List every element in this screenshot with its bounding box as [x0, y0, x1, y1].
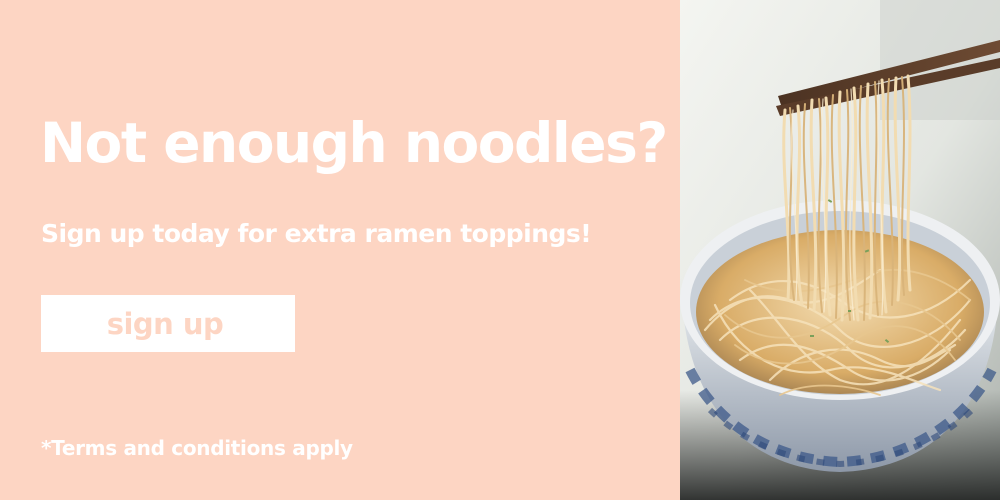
- noodle-photo: [680, 0, 1000, 500]
- sign-up-button[interactable]: sign up: [41, 295, 295, 352]
- headline: Not enough noodles?: [40, 111, 668, 175]
- noodle-bowl-image: [680, 0, 1000, 500]
- terms-disclaimer: *Terms and conditions apply: [41, 436, 353, 460]
- promo-banner: Not enough noodles? Sign up today for ex…: [0, 0, 1000, 500]
- sign-up-button-label: sign up: [106, 306, 224, 341]
- subheadline: Sign up today for extra ramen toppings!: [41, 219, 592, 248]
- text-panel: Not enough noodles? Sign up today for ex…: [0, 0, 680, 500]
